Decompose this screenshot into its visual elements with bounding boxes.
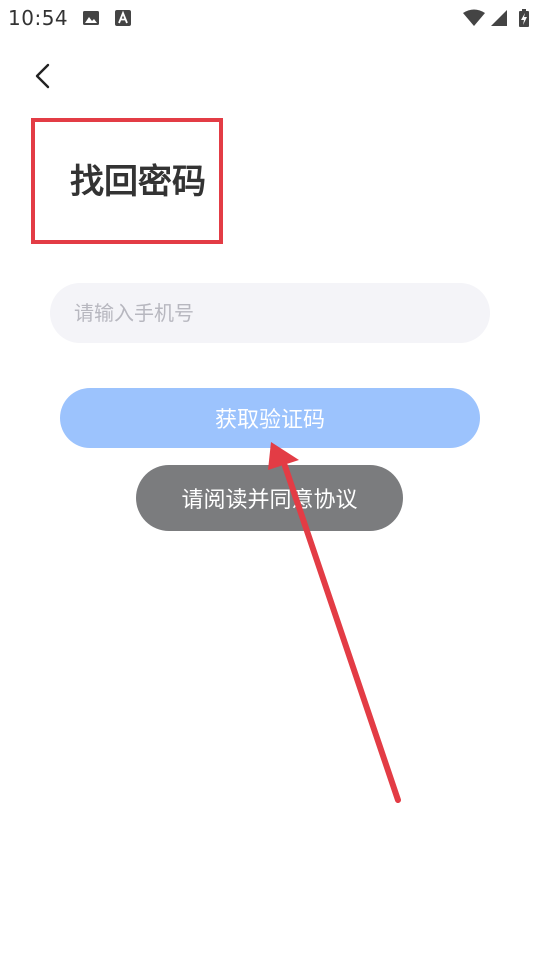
title-highlight-box: 找回密码 xyxy=(31,118,223,244)
chevron-left-icon xyxy=(32,62,52,94)
image-icon xyxy=(82,9,100,27)
toast-message: 请阅读并同意协议 xyxy=(136,465,403,531)
page-title: 找回密码 xyxy=(70,162,206,202)
signal-icon xyxy=(490,9,508,27)
status-time: 10:54 xyxy=(8,6,69,30)
get-code-button[interactable]: 获取验证码 xyxy=(60,388,480,448)
phone-input[interactable] xyxy=(50,283,490,343)
status-bar: 10:54 xyxy=(0,0,540,36)
text-a-icon xyxy=(114,9,132,27)
back-button[interactable] xyxy=(24,58,60,98)
wifi-icon xyxy=(462,9,486,27)
battery-charging-icon xyxy=(518,9,530,27)
